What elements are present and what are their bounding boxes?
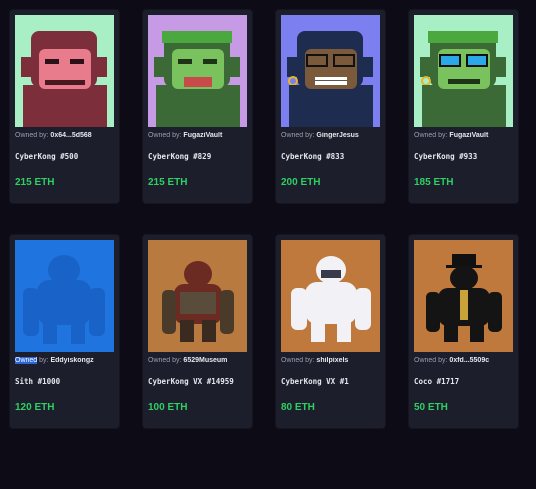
owner-line: Owned by: shilpixels	[281, 357, 383, 364]
owner-label: Owned by:	[148, 357, 182, 364]
nft-card[interactable]: Owned by: 0x64...5d568 CyberKong #500 21…	[10, 10, 119, 203]
owner-name-link[interactable]: GingerJesus	[316, 132, 358, 139]
nft-title[interactable]: CyberKong #500	[15, 152, 117, 161]
owner-name-link[interactable]: 6529Museum	[183, 357, 227, 364]
owner-label: Owned by:	[414, 132, 448, 139]
nft-title[interactable]: Coco #1717	[414, 377, 516, 386]
kong-3d-art	[414, 240, 513, 352]
owner-label: Owned by:	[148, 132, 182, 139]
owner-label: Owned by:	[281, 132, 315, 139]
owner-label: Owned by:	[281, 357, 315, 364]
nft-price: 120 ETH	[15, 402, 55, 413]
nft-image[interactable]	[148, 15, 247, 127]
owner-name-link[interactable]: 0xfd...5509c	[449, 357, 489, 364]
nft-image[interactable]	[15, 240, 114, 352]
nft-title[interactable]: CyberKong VX #1	[281, 377, 383, 386]
nft-card[interactable]: Owned by: FugaziVault CyberKong #829 215…	[143, 10, 252, 203]
nft-image[interactable]	[15, 15, 114, 127]
owner-name-link[interactable]: FugaziVault	[449, 132, 488, 139]
owner-name-link[interactable]: Eddyiskongz	[50, 357, 93, 364]
nft-card[interactable]: Owned by: Eddyiskongz Sith #1000 120 ETH	[10, 235, 119, 428]
nft-price: 215 ETH	[15, 177, 55, 188]
nft-card[interactable]: Owned by: shilpixels CyberKong VX #1 80 …	[276, 235, 385, 428]
owner-line: Owned by: GingerJesus	[281, 132, 383, 139]
nft-price: 50 ETH	[414, 402, 448, 413]
nft-image[interactable]	[148, 240, 247, 352]
nft-title[interactable]: Sith #1000	[15, 377, 117, 386]
owner-line: Owned by: 6529Museum	[148, 357, 250, 364]
owner-line: Owned by: FugaziVault	[414, 132, 516, 139]
kong-3d-art	[148, 240, 247, 352]
owner-line: Owned by: 0xfd...5509c	[414, 357, 516, 364]
owner-name-link[interactable]: FugaziVault	[183, 132, 222, 139]
owner-label: Owned by:	[414, 357, 448, 364]
kong-pixel-art	[148, 15, 247, 127]
nft-image[interactable]	[414, 15, 513, 127]
nft-price: 80 ETH	[281, 402, 315, 413]
nft-card[interactable]: Owned by: GingerJesus CyberKong #833 200…	[276, 10, 385, 203]
owner-line: Owned by: Eddyiskongz	[15, 357, 117, 364]
kong-3d-art	[281, 240, 380, 352]
nft-title[interactable]: CyberKong #833	[281, 152, 383, 161]
owner-label-selected: Owned	[15, 357, 38, 364]
kong-pixel-art	[414, 15, 513, 127]
nft-title[interactable]: CyberKong #933	[414, 152, 516, 161]
owner-line: Owned by: 0x64...5d568	[15, 132, 117, 139]
kong-silhouette-art	[15, 240, 114, 352]
nft-price: 200 ETH	[281, 177, 321, 188]
owner-label: by:	[37, 357, 49, 364]
owner-label: Owned by:	[15, 132, 49, 139]
nft-card[interactable]: Owned by: 6529Museum CyberKong VX #14959…	[143, 235, 252, 428]
nft-grid: Owned by: 0x64...5d568 CyberKong #500 21…	[0, 0, 536, 489]
nft-price: 185 ETH	[414, 177, 454, 188]
nft-title[interactable]: CyberKong #829	[148, 152, 250, 161]
owner-name-link[interactable]: 0x64...5d568	[50, 132, 91, 139]
nft-card[interactable]: Owned by: FugaziVault CyberKong #933 185…	[409, 10, 518, 203]
nft-image[interactable]	[281, 240, 380, 352]
nft-image[interactable]	[414, 240, 513, 352]
kong-pixel-art	[281, 15, 380, 127]
nft-image[interactable]	[281, 15, 380, 127]
owner-line: Owned by: FugaziVault	[148, 132, 250, 139]
kong-pixel-art	[15, 15, 114, 127]
nft-title[interactable]: CyberKong VX #14959	[148, 377, 250, 386]
owner-name-link[interactable]: shilpixels	[316, 357, 348, 364]
nft-price: 215 ETH	[148, 177, 188, 188]
nft-price: 100 ETH	[148, 402, 188, 413]
nft-card[interactable]: Owned by: 0xfd...5509c Coco #1717 50 ETH	[409, 235, 518, 428]
